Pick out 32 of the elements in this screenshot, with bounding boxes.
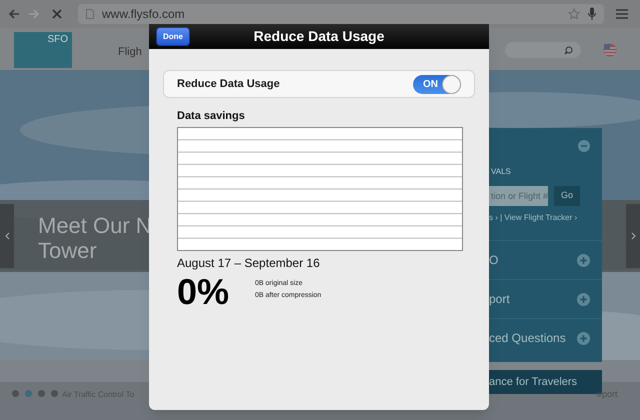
go-button[interactable]: Go bbox=[554, 186, 580, 206]
banner-heading: Tower bbox=[38, 238, 98, 263]
microphone-icon[interactable] bbox=[588, 7, 596, 21]
address-bar[interactable]: www.flysfo.com bbox=[78, 4, 604, 24]
travel-bar[interactable]: ance for Travelers bbox=[489, 370, 602, 394]
back-icon[interactable] bbox=[8, 8, 20, 20]
menu-icon[interactable] bbox=[616, 9, 628, 19]
plus-icon[interactable] bbox=[577, 254, 590, 266]
section-label: VALS bbox=[490, 166, 512, 178]
flight-links[interactable]: s › | View Flight Tracker › bbox=[489, 212, 602, 240]
nav-link[interactable]: Fligh bbox=[118, 44, 142, 60]
date-range: August 17 – September 16 bbox=[177, 254, 321, 272]
done-button[interactable]: Done bbox=[156, 27, 190, 46]
star-icon[interactable] bbox=[568, 8, 580, 20]
minus-icon[interactable] bbox=[578, 140, 590, 152]
page-icon bbox=[86, 9, 94, 19]
savings-percent: 0% bbox=[177, 272, 230, 312]
chevron-left-icon bbox=[4, 232, 10, 240]
logo[interactable]: SFO bbox=[14, 32, 72, 68]
toggle-switch[interactable]: ON bbox=[413, 74, 461, 94]
setting-label: Reduce Data Usage bbox=[177, 76, 280, 92]
plus-icon[interactable] bbox=[577, 332, 590, 344]
section-heading: Data savings bbox=[177, 109, 246, 124]
search-field[interactable] bbox=[505, 42, 581, 58]
chevron-right-icon bbox=[630, 232, 636, 240]
flight-search-field[interactable]: tion or Flight # bbox=[489, 186, 548, 206]
dialog-title: Reduce Data Usage bbox=[252, 27, 386, 46]
flag-icon[interactable] bbox=[603, 43, 617, 57]
plus-icon[interactable] bbox=[577, 292, 590, 306]
close-icon[interactable] bbox=[52, 9, 62, 19]
forward-icon[interactable] bbox=[28, 8, 40, 20]
search-icon bbox=[564, 46, 573, 54]
